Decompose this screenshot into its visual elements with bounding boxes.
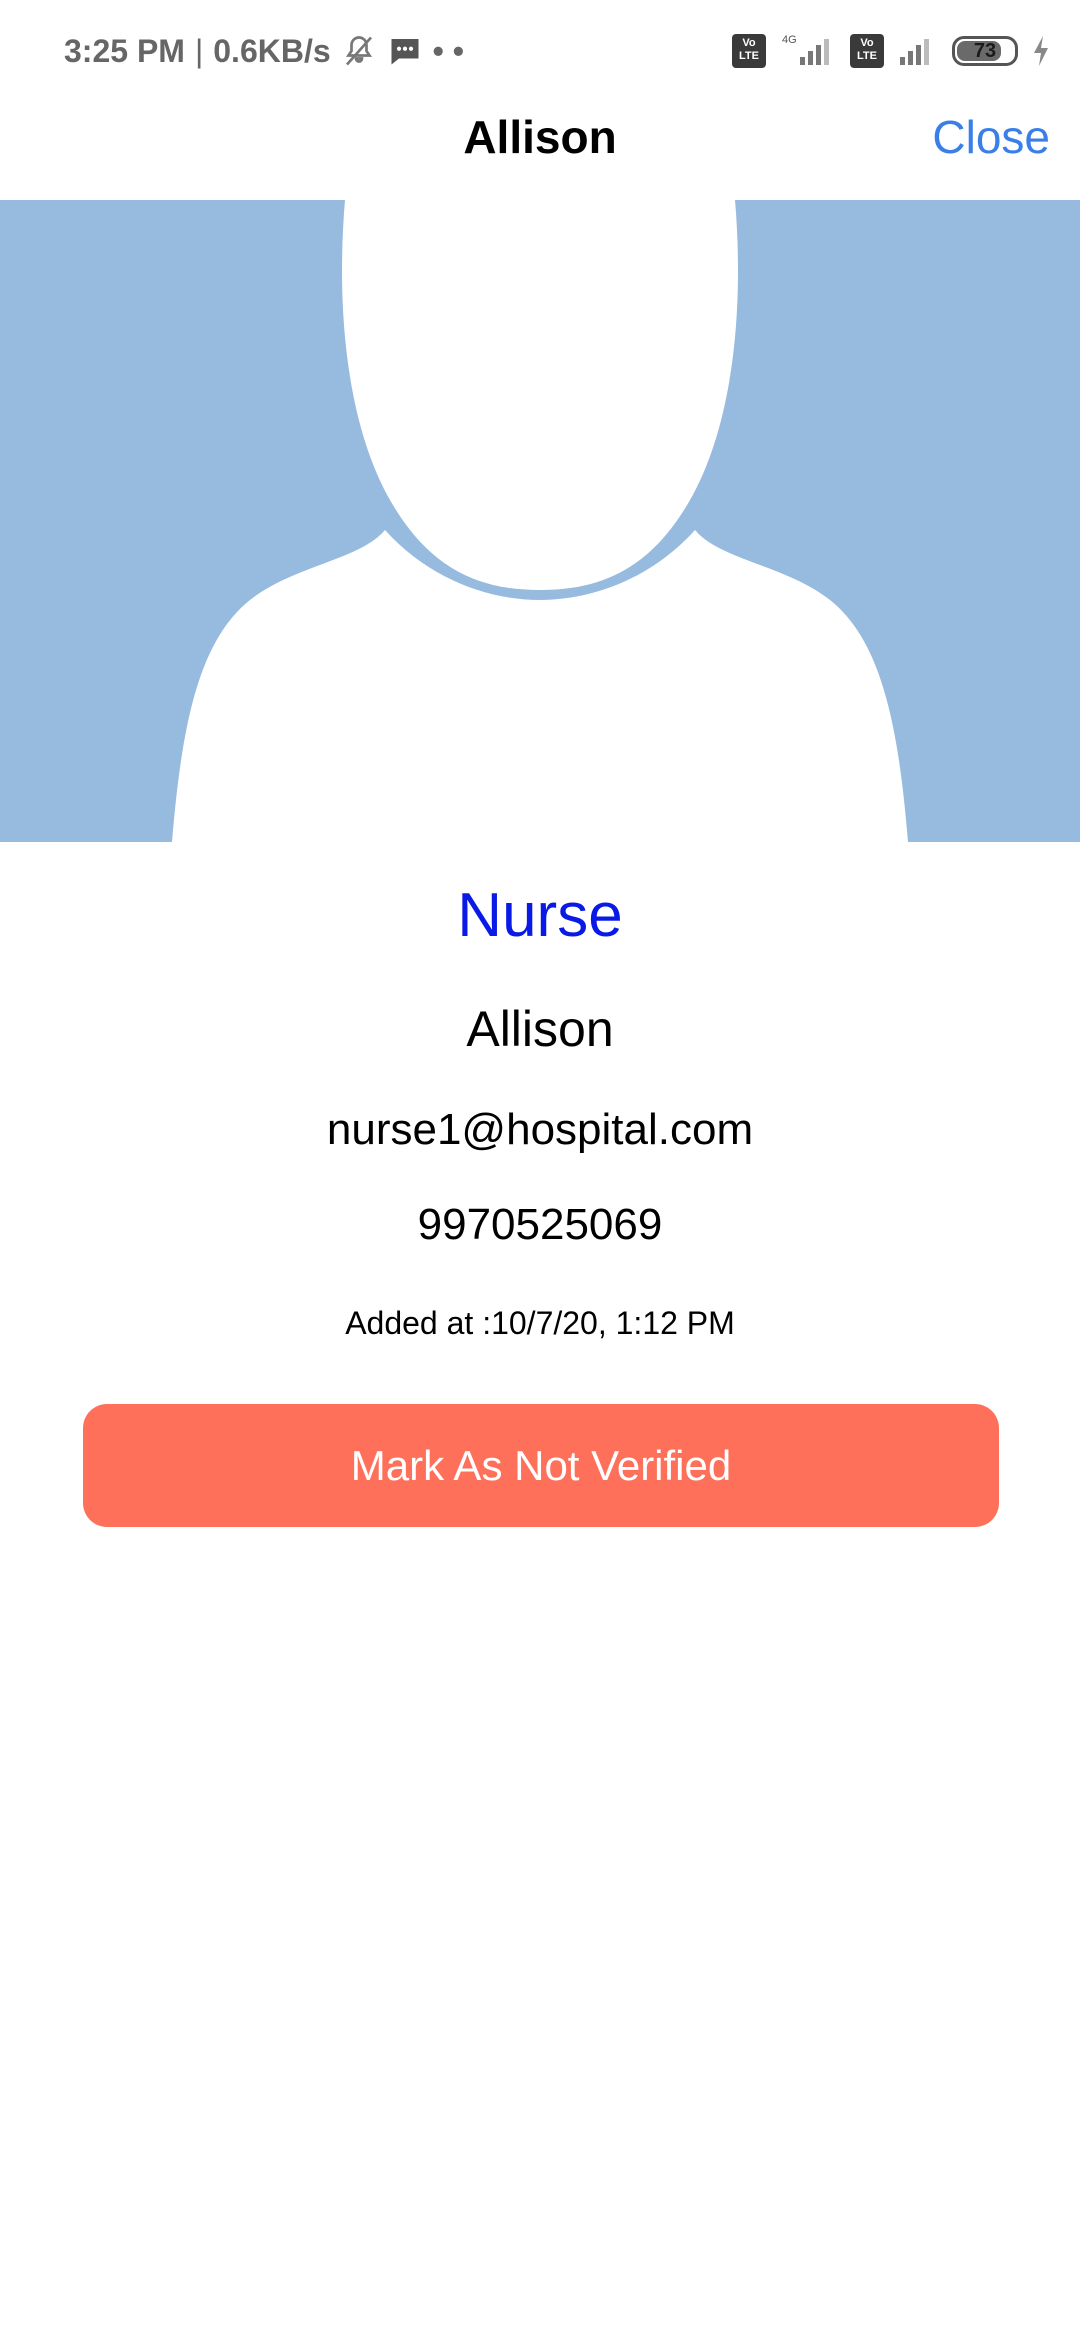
added-at: Added at :10/7/20, 1:12 PM [345,1305,735,1341]
charging-icon [1030,33,1052,69]
message-icon [387,33,423,69]
status-separator: | [194,32,204,69]
mute-icon [341,33,377,69]
status-left: 3:25 PM | 0.6KB/s • • [64,28,464,74]
volte-icon-2: Vo LTE [850,34,884,68]
page-title: Allison [463,111,617,163]
status-time: 3:25 PM [64,32,185,69]
user-email: nurse1@hospital.com [326,1105,754,1154]
status-net-speed: 0.6KB/s [213,32,331,69]
header: Allison Close [0,100,1080,200]
user-phone: 9970525069 [417,1200,663,1249]
signal-icon-2 [896,33,940,69]
person-placeholder-icon [172,200,908,842]
battery-level: 73 [973,39,997,62]
status-right: Vo LTE 4G Vo LTE 73 [732,28,1052,74]
mark-not-verified-button[interactable]: Mark As Not Verified [83,1404,999,1527]
signal-icon: 4G [778,33,838,69]
battery-icon: 73 [952,36,1018,66]
network-type: 4G [782,34,797,46]
user-name: Allison [466,1001,614,1057]
close-button[interactable]: Close [932,110,1050,164]
role-label: Nurse [457,881,623,950]
status-bar: 3:25 PM | 0.6KB/s • • Vo LTE 4G Vo LTE 7… [0,0,1080,100]
avatar [0,200,1080,842]
status-dots: • • [432,32,464,69]
volte-icon: Vo LTE [732,34,766,68]
